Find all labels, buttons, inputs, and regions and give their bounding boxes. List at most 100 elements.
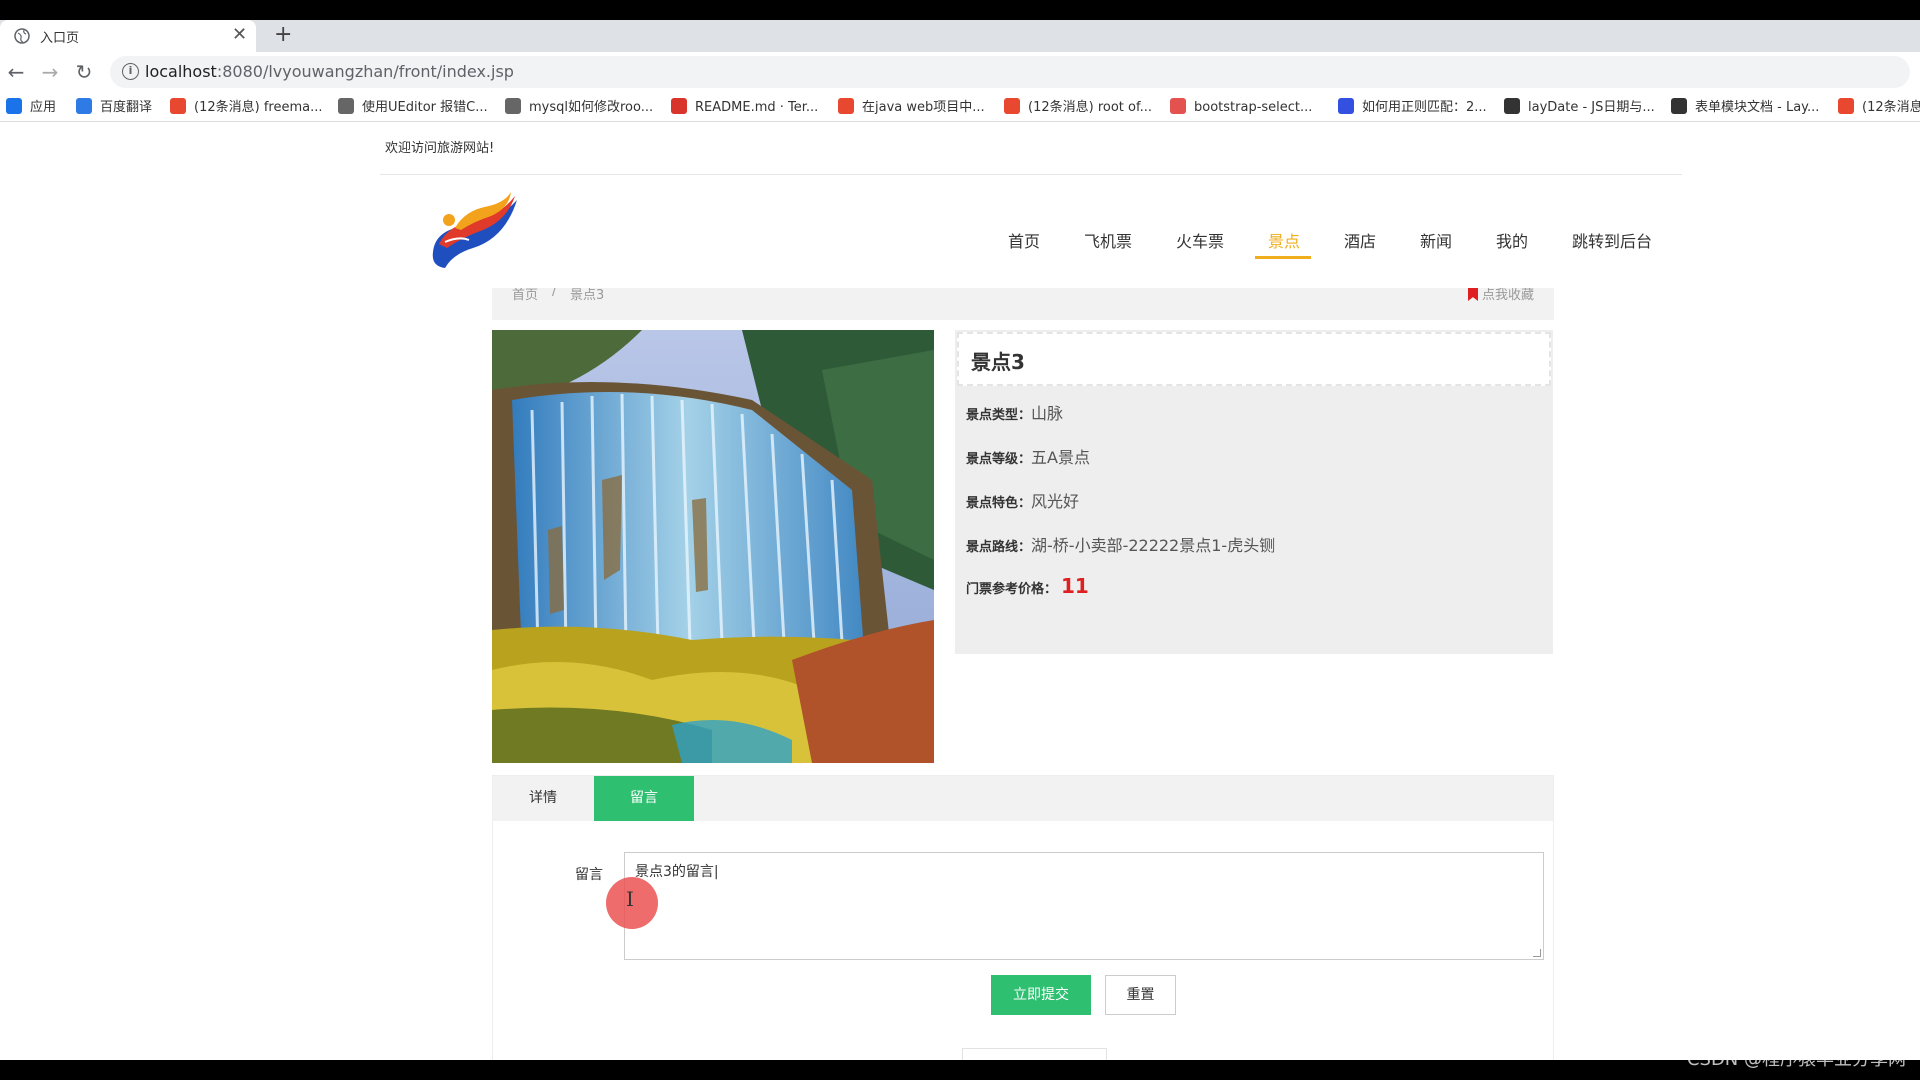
- bookmark-label: 在java web项目中...: [862, 100, 985, 115]
- screen: 入口页 ✕ + ← → ↻ i localhost:8080/lvyouwang…: [0, 0, 1920, 1080]
- back-arrow-icon[interactable]: ←: [4, 60, 28, 84]
- layui-icon: [1671, 98, 1687, 114]
- info-label: 景点类型：: [966, 408, 1032, 423]
- info-label: 景点路线：: [966, 540, 1032, 555]
- bookmark-item[interactable]: (12条消息: [1838, 98, 1920, 118]
- link-icon: [338, 98, 354, 114]
- welcome-text: 欢迎访问旅游网站!: [385, 141, 495, 156]
- bookmark-label: 如何用正则匹配：2...: [1362, 100, 1487, 115]
- bookmark-item[interactable]: (12条消息) root of...: [1004, 98, 1152, 118]
- bookmark-label: (12条消息) freema...: [194, 100, 323, 115]
- bookmark-item[interactable]: (12条消息) freema...: [170, 98, 322, 118]
- bookmark-label: bootstrap-select...: [1194, 100, 1313, 115]
- new-tab-button[interactable]: +: [274, 22, 292, 47]
- browser-tab-strip: 入口页 ✕ +: [0, 20, 1920, 52]
- url-host: localhost: [145, 62, 217, 81]
- csdn-icon: [838, 98, 854, 114]
- info-title-box: 景点3: [957, 332, 1551, 386]
- breadcrumb-home[interactable]: 首页: [512, 288, 538, 303]
- reset-button[interactable]: 重置: [1105, 975, 1176, 1015]
- bookmark-label: (12条消息: [1862, 100, 1920, 115]
- tab-title: 入口页: [40, 31, 80, 46]
- info-row-level: 景点等级：五A景点: [966, 444, 1090, 468]
- bookmark-item[interactable]: layDate - JS日期与...: [1504, 98, 1655, 118]
- bookmark-item[interactable]: 百度翻译: [76, 98, 152, 118]
- comment-label: 留言: [575, 867, 603, 883]
- forward-arrow-icon[interactable]: →: [38, 60, 62, 84]
- nav-item[interactable]: 酒店: [1344, 228, 1376, 252]
- scenic-info-panel: 景点3 景点类型：山脉 景点等级：五A景点 景点特色：风光好 景点路线：湖-桥-…: [955, 330, 1553, 654]
- bookmark-item[interactable]: mysql如何修改roo...: [505, 98, 653, 118]
- info-row-type: 景点类型：山脉: [966, 400, 1063, 424]
- bookmark-item[interactable]: README.md · Ter...: [671, 98, 818, 118]
- info-row-price: 门票参考价格： 11: [966, 574, 1089, 598]
- nav-item[interactable]: 火车票: [1176, 228, 1224, 252]
- bookmark-label: layDate - JS日期与...: [1528, 100, 1655, 115]
- text-caret: |: [713, 864, 719, 880]
- favorite-button[interactable]: 点我收藏: [1467, 288, 1534, 303]
- bookmark-label: mysql如何修改roo...: [529, 100, 654, 115]
- browser-toolbar: ← → ↻ i localhost:8080/lvyouwangzhan/fro…: [0, 52, 1920, 92]
- info-value: 湖-桥-小卖部-22222景点1-虎头铡: [1031, 536, 1276, 555]
- nav-item[interactable]: 新闻: [1420, 228, 1452, 252]
- nav-item[interactable]: 景点: [1268, 228, 1300, 252]
- nav-item[interactable]: 首页: [1008, 228, 1040, 252]
- csdn-icon: [170, 98, 186, 114]
- bookmark-item[interactable]: 应用: [6, 98, 56, 118]
- info-value: 山脉: [1031, 404, 1064, 423]
- address-bar[interactable]: i localhost:8080/lvyouwangzhan/front/ind…: [110, 56, 1910, 88]
- close-tab-icon[interactable]: ✕: [232, 24, 247, 45]
- site-icon: [1170, 98, 1186, 114]
- apps-grid-icon: [6, 98, 22, 114]
- browser-tab[interactable]: 入口页 ✕: [0, 20, 256, 52]
- header-divider: [380, 174, 1682, 175]
- info-value: 五A景点: [1031, 448, 1090, 467]
- price-label: 门票参考价格：: [966, 582, 1058, 597]
- bookmark-label: 百度翻译: [100, 100, 153, 115]
- bookmark-label: README.md · Ter...: [695, 100, 819, 115]
- nav-item[interactable]: 飞机票: [1084, 228, 1132, 252]
- bookmark-item[interactable]: bootstrap-select...: [1170, 98, 1312, 118]
- web-page: 欢迎访问旅游网站! 首页 飞机票 火车票 景点 酒店 新闻 我的 跳转到后台 首页 / 景点3…: [0, 122, 1920, 1060]
- pagination[interactable]: [962, 1048, 1107, 1060]
- resize-grip-icon[interactable]: [1533, 949, 1541, 957]
- comment-textarea[interactable]: 景点3的留言|: [624, 852, 1544, 960]
- info-value: 风光好: [1031, 492, 1080, 511]
- tab-comments[interactable]: 留言: [594, 776, 694, 821]
- site-logo[interactable]: [425, 190, 525, 272]
- info-label: 景点特色：: [966, 496, 1032, 511]
- bookmark-item[interactable]: 使用UEditor 报错C...: [338, 98, 488, 118]
- info-row-feature: 景点特色：风光好: [966, 488, 1079, 512]
- info-row-route: 景点路线：湖-桥-小卖部-22222景点1-虎头铡: [966, 532, 1275, 556]
- favorite-label: 点我收藏: [1481, 288, 1534, 303]
- url-path: :8080/lvyouwangzhan/front/index.jsp: [216, 62, 514, 81]
- info-label: 景点等级：: [966, 452, 1032, 467]
- comment-text: 景点3的留言: [635, 864, 714, 880]
- info-icon[interactable]: i: [122, 63, 139, 80]
- scenic-spot-image: [492, 330, 934, 763]
- breadcrumb-current: 景点3: [570, 288, 605, 303]
- bookmark-label: 应用: [30, 100, 57, 115]
- nav-item[interactable]: 我的: [1496, 228, 1528, 252]
- bookmark-item[interactable]: 如何用正则匹配：2...: [1338, 98, 1487, 118]
- breadcrumb: 首页 / 景点3 点我收藏: [492, 288, 1554, 320]
- bottom-letterbox: [0, 1060, 1920, 1080]
- tab-details[interactable]: 详情: [493, 776, 593, 821]
- bookmark-item[interactable]: 表单模块文档 - Lay...: [1671, 98, 1819, 118]
- nav-item[interactable]: 跳转到后台: [1572, 228, 1652, 252]
- layui-icon: [1504, 98, 1520, 114]
- text-cursor-icon: I: [626, 887, 634, 911]
- bookmark-label: 表单模块文档 - Lay...: [1695, 100, 1820, 115]
- bookmarks-bar: 应用 百度翻译 (12条消息) freema... 使用UEditor 报错C... m…: [0, 92, 1920, 122]
- reload-icon[interactable]: ↻: [72, 60, 96, 84]
- bookmark-icon: [1467, 288, 1478, 301]
- breadcrumb-separator: /: [552, 288, 557, 299]
- csdn-icon: [1004, 98, 1020, 114]
- url-text: localhost:8080/lvyouwangzhan/front/index…: [145, 62, 514, 81]
- globe-icon: [14, 28, 30, 44]
- bookmark-item[interactable]: 在java web项目中...: [838, 98, 985, 118]
- submit-button[interactable]: 立即提交: [991, 975, 1091, 1015]
- bookmark-label: (12条消息) root of...: [1028, 100, 1152, 115]
- baidu-icon: [1338, 98, 1354, 114]
- csdn-icon: [1838, 98, 1854, 114]
